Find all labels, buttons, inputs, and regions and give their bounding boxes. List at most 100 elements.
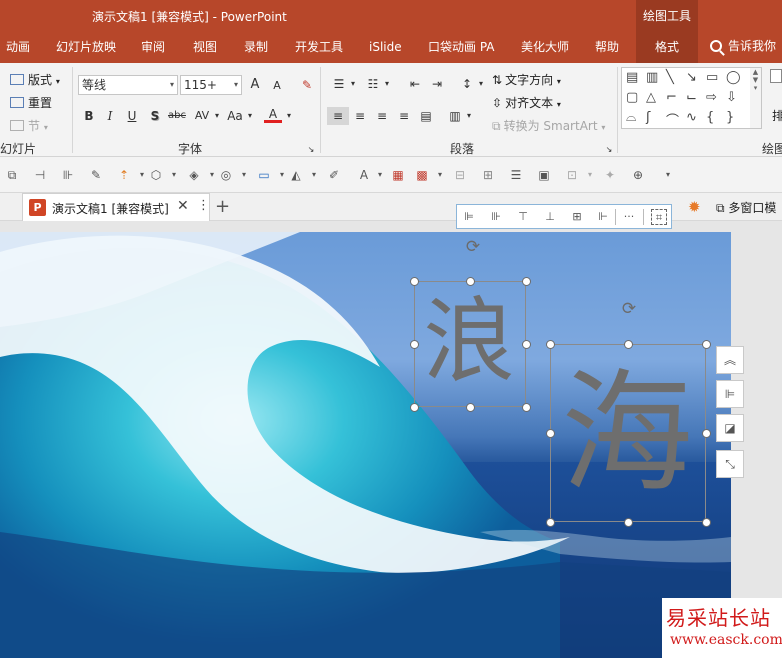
add-tab-icon[interactable]: +	[215, 196, 230, 217]
tab-help[interactable]: 帮助	[595, 33, 619, 63]
dialog-launcher-icon[interactable]: ↘	[306, 141, 316, 154]
curve-shape-icon[interactable]: ∿	[686, 110, 697, 125]
rotate-handle-icon[interactable]: ⟳	[619, 299, 639, 319]
bold-button[interactable]: B	[80, 107, 98, 125]
increase-indent-icon[interactable]: ⇥	[428, 75, 446, 93]
crop-icon[interactable]: ⊕	[630, 167, 646, 183]
clear-formatting-icon[interactable]: ✎	[298, 76, 316, 94]
grow-font-button[interactable]: A	[246, 76, 264, 94]
tell-me-search[interactable]: 告诉我你	[710, 37, 776, 54]
resize-handle[interactable]	[546, 429, 555, 438]
down-arrow-shape-icon[interactable]: ⇩	[726, 90, 737, 105]
grid-icon[interactable]: ▦	[390, 167, 406, 183]
left-brace-shape-icon[interactable]: {	[706, 110, 714, 125]
chevron-down-icon[interactable]: ▾	[306, 167, 322, 183]
customize-toolbar-icon[interactable]: ▾	[660, 167, 676, 183]
align-right-icon[interactable]: ≡	[373, 107, 391, 125]
close-icon[interactable]: ✕	[177, 198, 189, 214]
eyedropper-icon[interactable]: ✐	[326, 167, 342, 183]
more-icon[interactable]: ···	[621, 209, 637, 225]
layout-options-icon[interactable]: ⊫	[716, 380, 744, 408]
vertical-text-box-shape-icon[interactable]: ▥	[646, 70, 658, 85]
align-bottom-icon[interactable]: ⊥	[542, 209, 558, 225]
section-button[interactable]: 节 ▾	[10, 117, 48, 134]
shape-fill-icon[interactable]: ◈	[186, 167, 202, 183]
arrow-line-shape-icon[interactable]: ↘	[686, 70, 697, 85]
shape-style-icon[interactable]: ◪	[716, 414, 744, 442]
tab-review[interactable]: 审阅	[141, 33, 165, 63]
merge-shapes-icon[interactable]: ◎	[218, 167, 234, 183]
numbering-icon[interactable]: ☷	[364, 75, 382, 93]
resize-handle[interactable]	[624, 340, 633, 349]
tab-islide[interactable]: iSlide	[369, 33, 402, 63]
tab-record[interactable]: 录制	[244, 33, 268, 63]
select-all-icon[interactable]: ⌗	[651, 209, 667, 225]
group-objects-icon[interactable]: ⬡	[148, 167, 164, 183]
strikethrough-button[interactable]: abc	[165, 107, 189, 125]
chevron-down-icon[interactable]: ▾	[212, 107, 222, 125]
reset-button[interactable]: 重置	[10, 94, 52, 111]
align-center-icon[interactable]: ≡	[351, 107, 369, 125]
columns-icon[interactable]: ▥	[446, 107, 464, 125]
gear-icon[interactable]: ✹	[688, 198, 701, 216]
chevron-down-icon[interactable]: ▾	[166, 167, 182, 183]
resize-handle[interactable]	[466, 277, 475, 286]
chevron-down-icon[interactable]: ▾	[348, 75, 358, 93]
resize-handle[interactable]	[546, 518, 555, 527]
justify-icon[interactable]: ≡	[395, 107, 413, 125]
collapse-panel-icon[interactable]: ︽	[716, 346, 744, 374]
oval-shape-icon[interactable]: ◯	[726, 70, 741, 85]
distribute-horizontal-icon[interactable]: ⊩	[595, 209, 611, 225]
more-options-icon[interactable]: ⋮	[197, 198, 210, 213]
shape-outline-icon[interactable]: ▭	[256, 167, 272, 183]
decrease-indent-icon[interactable]: ⇤	[406, 75, 424, 93]
lock-icon[interactable]: ⊡	[564, 167, 580, 183]
bullets-icon[interactable]: ☰	[330, 75, 348, 93]
text-direction-button[interactable]: ⇅ 文字方向 ▾	[492, 71, 561, 88]
bring-forward-icon[interactable]: ⇡	[116, 167, 132, 183]
shadow-button[interactable]: S	[146, 107, 164, 125]
character-spacing-button[interactable]: AV	[192, 107, 212, 125]
font-size-combo[interactable]: 115+ ▾	[180, 75, 242, 95]
tab-format[interactable]: 格式	[636, 33, 698, 63]
tab-beautify-master[interactable]: 美化大师	[521, 33, 569, 63]
shape-effects-icon[interactable]: ◭	[288, 167, 304, 183]
arrange-icon[interactable]	[770, 69, 782, 83]
dialog-launcher-icon[interactable]: ↘	[604, 141, 614, 154]
tab-slideshow[interactable]: 幻灯片放映	[56, 33, 116, 63]
rectangle-shape-icon[interactable]: ▭	[706, 70, 718, 85]
align-left-icon[interactable]: ⊫	[461, 209, 477, 225]
line-spacing-icon[interactable]: ↕	[458, 75, 476, 93]
resize-handle[interactable]	[522, 277, 531, 286]
shrink-font-button[interactable]: A	[268, 77, 286, 95]
color-fill-icon[interactable]: ▩	[414, 167, 430, 183]
align-top-icon[interactable]: ⊤	[515, 209, 531, 225]
scribble-shape-icon[interactable]: ʃ	[646, 110, 650, 125]
text-effects-icon[interactable]: A	[356, 167, 372, 183]
chevron-down-icon[interactable]: ▾	[245, 107, 255, 125]
elbow-connector-shape-icon[interactable]: ⌐	[666, 90, 677, 105]
chevron-down-icon[interactable]: ▾	[582, 167, 598, 183]
align-icon[interactable]: ⊣	[32, 167, 48, 183]
tab-pocket-animation[interactable]: 口袋动画 PA	[428, 33, 495, 63]
resize-handle[interactable]	[702, 429, 711, 438]
font-name-combo[interactable]: 等线 ▾	[78, 75, 178, 95]
resize-handle[interactable]	[702, 340, 711, 349]
freeform-shape-icon[interactable]: ⌓	[626, 110, 636, 125]
resize-handle[interactable]	[522, 340, 531, 349]
resize-handle[interactable]	[624, 518, 633, 527]
align-center-icon[interactable]: ⊞	[480, 167, 496, 183]
font-color-button[interactable]: A	[264, 105, 282, 123]
resize-handle[interactable]	[466, 403, 475, 412]
align-middle-icon[interactable]: ⊞	[569, 209, 585, 225]
underline-button[interactable]: U	[123, 107, 141, 125]
resize-handle[interactable]	[410, 340, 419, 349]
select-objects-icon[interactable]: ⧉	[4, 167, 20, 183]
align-middle-icon[interactable]: ⊟	[452, 167, 468, 183]
distribute-icon[interactable]: ⊪	[60, 167, 76, 183]
rounded-rectangle-shape-icon[interactable]: ▢	[626, 90, 638, 105]
triangle-shape-icon[interactable]: △	[646, 90, 656, 105]
resize-icon[interactable]: ⤡	[716, 450, 744, 478]
multi-window-button[interactable]: ⧉ 多窗口模	[716, 199, 776, 216]
text-align-icon[interactable]: ☰	[508, 167, 524, 183]
